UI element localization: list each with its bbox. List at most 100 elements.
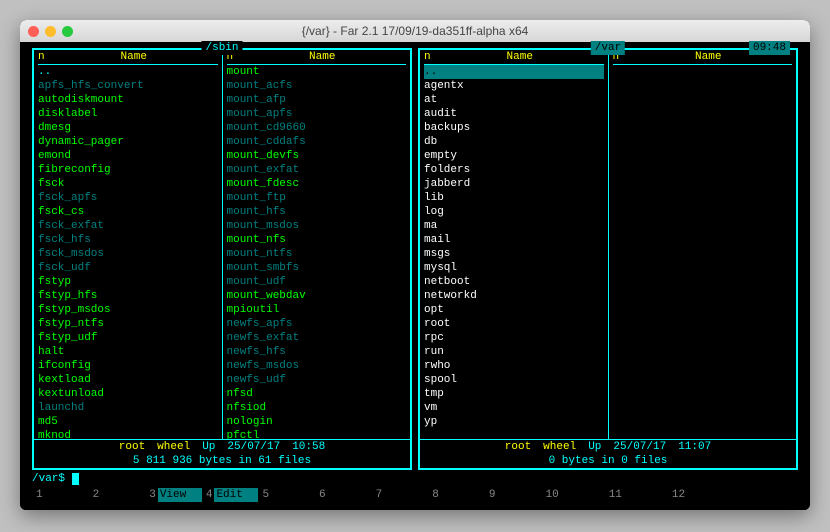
list-item[interactable]: mount_fdesc — [227, 177, 407, 191]
list-item[interactable]: msgs — [424, 247, 604, 261]
fkey-2[interactable]: 2 — [89, 488, 146, 502]
list-item[interactable]: rwho — [424, 359, 604, 373]
list-item[interactable]: fsck_hfs — [38, 233, 218, 247]
column-header[interactable]: nName — [424, 50, 604, 65]
list-item[interactable]: netboot — [424, 275, 604, 289]
list-item[interactable]: mount_exfat — [227, 163, 407, 177]
fkey-9[interactable]: 9 — [485, 488, 542, 502]
column-header[interactable]: nName — [38, 50, 218, 65]
list-item[interactable]: launchd — [38, 401, 218, 415]
list-item[interactable]: halt — [38, 345, 218, 359]
list-item[interactable]: mount_nfs — [227, 233, 407, 247]
list-item[interactable]: folders — [424, 163, 604, 177]
list-item[interactable]: pfctl — [227, 429, 407, 439]
list-item[interactable]: backups — [424, 121, 604, 135]
panel-left[interactable]: /sbin nName..apfs_hfs_convertautodiskmou… — [32, 48, 412, 470]
panel-left-path[interactable]: /sbin — [201, 41, 242, 55]
column-header[interactable]: nName — [227, 50, 407, 65]
list-item[interactable]: newfs_msdos — [227, 359, 407, 373]
list-item[interactable]: at — [424, 93, 604, 107]
list-item[interactable]: mail — [424, 233, 604, 247]
list-item[interactable]: vm — [424, 401, 604, 415]
fkey-1[interactable]: 1 — [32, 488, 89, 502]
list-item[interactable]: fstyp_ntfs — [38, 317, 218, 331]
list-item[interactable]: emond — [38, 149, 218, 163]
list-item[interactable]: mknod — [38, 429, 218, 439]
list-item[interactable]: autodiskmount — [38, 93, 218, 107]
fkey-5[interactable]: 5 — [258, 488, 315, 502]
list-item[interactable]: mount_udf — [227, 275, 407, 289]
list-item[interactable]: fibreconfig — [38, 163, 218, 177]
list-item[interactable]: kextunload — [38, 387, 218, 401]
list-item[interactable]: nologin — [227, 415, 407, 429]
list-item[interactable]: run — [424, 345, 604, 359]
list-item[interactable]: newfs_udf — [227, 373, 407, 387]
list-item[interactable]: nfsiod — [227, 401, 407, 415]
list-item[interactable]: mount_ntfs — [227, 247, 407, 261]
list-item[interactable]: jabberd — [424, 177, 604, 191]
list-item[interactable]: yp — [424, 415, 604, 429]
list-item[interactable]: fsck_udf — [38, 261, 218, 275]
list-item[interactable]: kextload — [38, 373, 218, 387]
fkey-11[interactable]: 11 — [605, 488, 668, 502]
list-item[interactable]: agentx — [424, 79, 604, 93]
list-item[interactable]: fsck — [38, 177, 218, 191]
fkey-4[interactable]: 4Edit — [202, 488, 259, 502]
list-item[interactable]: md5 — [38, 415, 218, 429]
list-item[interactable]: audit — [424, 107, 604, 121]
list-item[interactable]: fsck_cs — [38, 205, 218, 219]
list-item[interactable]: opt — [424, 303, 604, 317]
list-item[interactable]: lib — [424, 191, 604, 205]
list-item[interactable]: nfsd — [227, 387, 407, 401]
list-item[interactable]: mount — [227, 65, 407, 79]
list-item[interactable]: mount_afp — [227, 93, 407, 107]
list-item[interactable]: mount_ftp — [227, 191, 407, 205]
list-item[interactable]: fstyp_hfs — [38, 289, 218, 303]
list-item[interactable]: dynamic_pager — [38, 135, 218, 149]
fkey-10[interactable]: 10 — [541, 488, 604, 502]
list-item[interactable]: .. — [424, 65, 604, 79]
list-item[interactable]: mount_msdos — [227, 219, 407, 233]
list-item[interactable]: spool — [424, 373, 604, 387]
list-item[interactable]: fstyp — [38, 275, 218, 289]
list-item[interactable]: newfs_hfs — [227, 345, 407, 359]
list-item[interactable]: mount_webdav — [227, 289, 407, 303]
list-item[interactable]: .. — [38, 65, 218, 79]
list-item[interactable]: disklabel — [38, 107, 218, 121]
list-item[interactable]: fstyp_msdos — [38, 303, 218, 317]
fkey-7[interactable]: 7 — [372, 488, 429, 502]
fkey-8[interactable]: 8 — [428, 488, 485, 502]
list-item[interactable]: log — [424, 205, 604, 219]
list-item[interactable]: fsck_msdos — [38, 247, 218, 261]
list-item[interactable]: mount_cddafs — [227, 135, 407, 149]
list-item[interactable]: mpioutil — [227, 303, 407, 317]
list-item[interactable]: mount_cd9660 — [227, 121, 407, 135]
fkey-12[interactable]: 12 — [668, 488, 731, 502]
list-item[interactable]: fsck_exfat — [38, 219, 218, 233]
list-item[interactable]: mysql — [424, 261, 604, 275]
list-item[interactable]: ifconfig — [38, 359, 218, 373]
list-item[interactable]: root — [424, 317, 604, 331]
panel-right[interactable]: /var 09:48 nName..agentxatauditbackupsdb… — [418, 48, 798, 470]
list-item[interactable]: newfs_apfs — [227, 317, 407, 331]
titlebar[interactable]: {/var} - Far 2.1 17/09/19-da351ff-alpha … — [20, 20, 810, 42]
list-item[interactable]: rpc — [424, 331, 604, 345]
fkey-6[interactable]: 6 — [315, 488, 372, 502]
list-item[interactable]: mount_acfs — [227, 79, 407, 93]
list-item[interactable]: apfs_hfs_convert — [38, 79, 218, 93]
command-line[interactable]: /var$ — [32, 470, 798, 488]
list-item[interactable]: mount_devfs — [227, 149, 407, 163]
list-item[interactable]: empty — [424, 149, 604, 163]
list-item[interactable]: mount_apfs — [227, 107, 407, 121]
list-item[interactable]: tmp — [424, 387, 604, 401]
list-item[interactable]: dmesg — [38, 121, 218, 135]
fkey-3[interactable]: 3View — [145, 488, 202, 502]
list-item[interactable]: mount_smbfs — [227, 261, 407, 275]
list-item[interactable]: newfs_exfat — [227, 331, 407, 345]
list-item[interactable]: db — [424, 135, 604, 149]
list-item[interactable]: fsck_apfs — [38, 191, 218, 205]
list-item[interactable]: mount_hfs — [227, 205, 407, 219]
list-item[interactable]: fstyp_udf — [38, 331, 218, 345]
list-item[interactable]: ma — [424, 219, 604, 233]
panel-right-path[interactable]: /var — [591, 41, 625, 55]
